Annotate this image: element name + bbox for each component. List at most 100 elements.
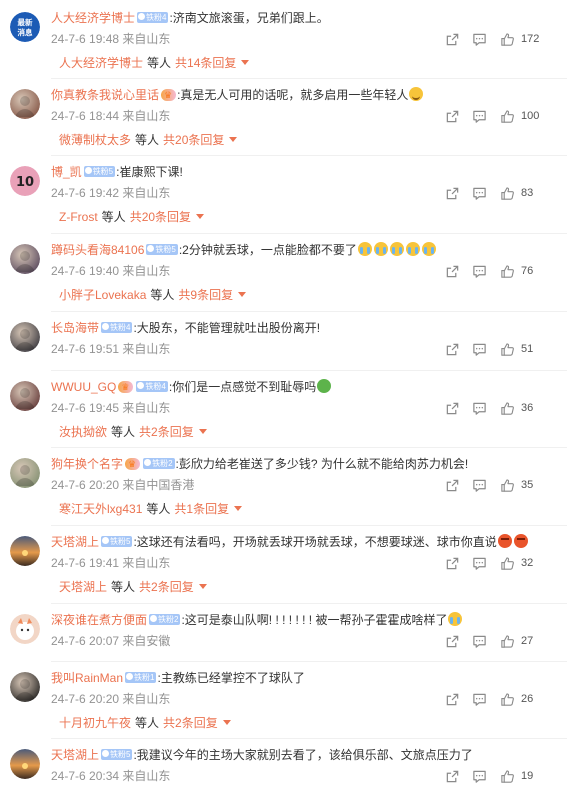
comment-time: 24-7-6 19:51 [51, 342, 120, 356]
fan-badge-icon [138, 13, 146, 21]
chevron-down-icon[interactable] [241, 60, 250, 66]
reply-username[interactable]: Z-Frost [59, 210, 98, 224]
chevron-down-icon[interactable] [229, 137, 238, 143]
avatar[interactable]: 最新 消息 [10, 12, 40, 42]
fan-badge: 铁粉5 [146, 244, 178, 256]
comment-icon[interactable] [472, 690, 487, 708]
share-icon[interactable] [445, 262, 460, 280]
avatar[interactable] [10, 536, 40, 566]
share-icon[interactable] [445, 399, 460, 417]
avatar[interactable] [10, 749, 40, 779]
avatar[interactable]: 10 [10, 166, 40, 196]
cry-emoji-icon [421, 242, 436, 257]
reply-count-link[interactable]: 共2条回复 [163, 716, 218, 730]
fan-badge: 铁粉4 [137, 12, 169, 24]
reply-username[interactable]: 十月初九午夜 [59, 716, 131, 730]
reply-summary[interactable]: 人大经济学博士 等人 共14条回复 [59, 54, 250, 72]
reply-summary[interactable]: 天塔湖上 等人 共2条回复 [59, 578, 207, 596]
reply-summary[interactable]: 小胖子Lovekaka 等人 共9条回复 [59, 286, 247, 304]
username-link[interactable]: 蹲码头看海84106 [51, 243, 144, 257]
share-icon[interactable] [445, 107, 460, 125]
chevron-down-icon[interactable] [196, 214, 205, 220]
like-button[interactable]: 51 [500, 340, 533, 358]
share-icon[interactable] [445, 184, 460, 202]
reply-count-link[interactable]: 共2条回复 [139, 425, 194, 439]
avatar[interactable] [10, 322, 40, 352]
share-icon[interactable] [445, 690, 460, 708]
chevron-down-icon[interactable] [198, 584, 207, 590]
reply-username[interactable]: 天塔湖上 [59, 580, 107, 594]
comment-meta: 24-7-6 19:51 来自山东 [51, 342, 170, 356]
avatar[interactable] [10, 614, 40, 644]
like-button[interactable]: 83 [500, 184, 533, 202]
comment-text: :你们是一点感觉不到耻辱吗 [168, 380, 317, 394]
reply-summary[interactable]: 寒江天外lxg431 等人 共1条回复 [59, 500, 243, 518]
share-icon[interactable] [445, 554, 460, 572]
like-button[interactable]: 172 [500, 30, 539, 48]
thumbs-up-icon [500, 556, 515, 571]
reply-summary[interactable]: 十月初九午夜 等人 共2条回复 [59, 714, 231, 732]
share-icon[interactable] [445, 767, 460, 785]
avatar[interactable] [10, 458, 40, 488]
reply-username[interactable]: 人大经济学博士 [59, 56, 143, 70]
comment-icon[interactable] [472, 554, 487, 572]
username-link[interactable]: 人大经济学博士 [51, 11, 135, 25]
like-button[interactable]: 19 [500, 767, 533, 785]
share-icon[interactable] [445, 632, 460, 650]
reply-username[interactable]: 汝执拗欲 [59, 425, 107, 439]
username-link[interactable]: 天塔湖上 [51, 748, 99, 762]
avatar[interactable] [10, 89, 40, 119]
avatar[interactable] [10, 381, 40, 411]
share-icon[interactable] [445, 476, 460, 494]
username-link[interactable]: 博_凯 [51, 165, 82, 179]
comment-icon[interactable] [472, 184, 487, 202]
like-button[interactable]: 26 [500, 690, 533, 708]
avatar[interactable] [10, 244, 40, 274]
reply-count-link[interactable]: 共14条回复 [175, 56, 236, 70]
reply-summary[interactable]: 微薄制杖太多 等人 共20条回复 [59, 131, 238, 149]
reply-count-link[interactable]: 共20条回复 [163, 133, 224, 147]
comment-icon[interactable] [472, 30, 487, 48]
share-icon[interactable] [445, 30, 460, 48]
chevron-down-icon[interactable] [238, 292, 247, 298]
comment-line: 人大经济学博士 铁粉4:济南文旅滚蛋，兄弟们跟上。 [51, 10, 329, 26]
comment-icon[interactable] [472, 107, 487, 125]
comment-icon[interactable] [472, 476, 487, 494]
comment-line: 狗年换个名字 ♛ 铁粉2:彭欣力给老崔送了多少钱? 为什么就不能给肉苏力机会! [51, 456, 468, 472]
like-button[interactable]: 36 [500, 399, 533, 417]
username-link[interactable]: 你真教条我说心里话 [51, 88, 159, 102]
comment-icon[interactable] [472, 262, 487, 280]
username-link[interactable]: 我叫RainMan [51, 671, 123, 685]
reply-count-link[interactable]: 共20条回复 [130, 210, 191, 224]
share-icon[interactable] [445, 340, 460, 358]
chevron-down-icon[interactable] [234, 506, 243, 512]
thumbs-up-icon [500, 478, 515, 493]
username-link[interactable]: WWUU_GQ [51, 380, 116, 394]
like-button[interactable]: 27 [500, 632, 533, 650]
comment-icon[interactable] [472, 399, 487, 417]
reply-username[interactable]: 寒江天外lxg431 [59, 502, 142, 516]
reply-username[interactable]: 小胖子Lovekaka [59, 288, 146, 302]
like-button[interactable]: 100 [500, 107, 539, 125]
reply-count-link[interactable]: 共2条回复 [139, 580, 194, 594]
like-button[interactable]: 32 [500, 554, 533, 572]
comment-icon[interactable] [472, 340, 487, 358]
reply-username[interactable]: 微薄制杖太多 [59, 133, 131, 147]
comment-icon[interactable] [472, 632, 487, 650]
avatar[interactable] [10, 672, 40, 702]
comment-icon[interactable] [472, 767, 487, 785]
chevron-down-icon[interactable] [198, 429, 207, 435]
reply-summary[interactable]: Z-Frost 等人 共20条回复 [59, 208, 205, 226]
username-link[interactable]: 深夜谁在煮方便面 [51, 613, 147, 627]
reply-count-link[interactable]: 共9条回复 [178, 288, 233, 302]
username-link[interactable]: 天塔湖上 [51, 535, 99, 549]
reply-summary[interactable]: 汝执拗欲 等人 共2条回复 [59, 423, 207, 441]
like-button[interactable]: 76 [500, 262, 533, 280]
like-button[interactable]: 35 [500, 476, 533, 494]
username-link[interactable]: 长岛海带 [51, 321, 99, 335]
comment-line: 你真教条我说心里话 ♛:真是无人可用的话呢，就多启用一些年轻人 [51, 87, 424, 103]
username-link[interactable]: 狗年换个名字 [51, 457, 123, 471]
crown-icon: ♛ [128, 458, 137, 469]
reply-count-link[interactable]: 共1条回复 [174, 502, 229, 516]
chevron-down-icon[interactable] [222, 720, 231, 726]
